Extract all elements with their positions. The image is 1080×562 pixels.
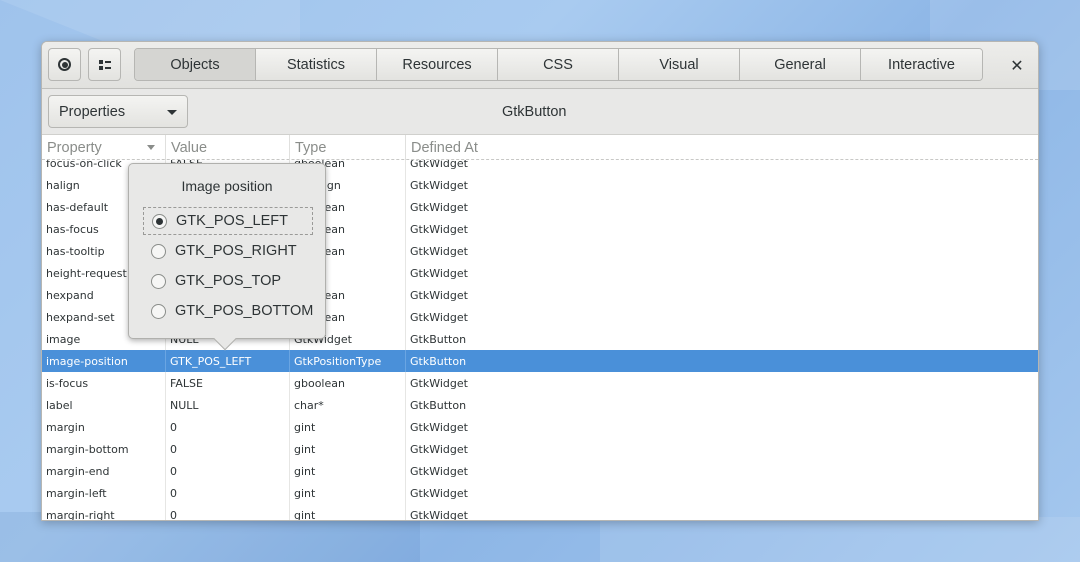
cell-value[interactable]: 0 xyxy=(166,416,290,438)
cell-defined-at: GtkButton xyxy=(410,354,467,368)
table-row[interactable]: label NULL char* GtkButton xyxy=(42,394,1038,416)
cell-value[interactable]: 0 xyxy=(166,482,290,504)
cell-property: margin-end xyxy=(42,460,166,482)
cell-defined-at: GtkWidget xyxy=(410,442,468,456)
cell-value[interactable]: NULL xyxy=(166,394,290,416)
column-header-type[interactable]: Type xyxy=(290,135,406,160)
radio-label: GTK_POS_TOP xyxy=(175,273,282,289)
cell-property: image-position xyxy=(42,350,166,372)
popover-title: Image position xyxy=(181,178,273,194)
cell-property: margin-right xyxy=(42,504,166,520)
radio-unchecked-icon xyxy=(151,273,166,289)
table-row[interactable]: image-position GTK_POS_LEFT GtkPositionTyp… xyxy=(42,350,1038,372)
radio-checked-icon xyxy=(152,213,167,229)
list-select-icon xyxy=(98,59,111,70)
tab-resources[interactable]: Resources xyxy=(377,49,498,80)
cell-property: label xyxy=(42,394,166,416)
radio-gtk-pos-bottom[interactable]: GTK_POS_BOTTOM xyxy=(143,297,313,325)
cell-defined-at: GtkWidget xyxy=(410,288,468,302)
column-header-property[interactable]: Property xyxy=(42,135,166,160)
object-title: GtkButton xyxy=(502,104,567,120)
tab-visual[interactable]: Visual xyxy=(619,49,740,80)
cell-defined-at: GtkWidget xyxy=(410,508,468,521)
cell-defined-at: GtkWidget xyxy=(410,376,468,390)
combo-label: Properties xyxy=(59,103,126,120)
image-position-popover: Image position GTK_POS_LEFT GTK_POS_RIGHT… xyxy=(128,163,326,351)
cell-type: gint xyxy=(290,504,406,520)
table-row[interactable]: margin-bottom 0 gint GtkWidget xyxy=(42,438,1038,460)
record-icon xyxy=(58,58,71,71)
cell-defined-at: GtkWidget xyxy=(410,200,468,214)
properties-combo[interactable]: Properties xyxy=(48,95,188,128)
cell-defined-at: GtkWidget xyxy=(410,464,468,478)
tab-css[interactable]: CSS xyxy=(498,49,619,80)
cell-type: gint xyxy=(290,416,406,438)
cell-value[interactable]: GTK_POS_LEFT xyxy=(166,350,290,372)
header-bar: Objects Statistics Resources CSS Visual Gener… xyxy=(42,42,1038,89)
cell-value[interactable]: 0 xyxy=(166,438,290,460)
cell-value[interactable]: 0 xyxy=(166,504,290,520)
cell-defined-at: GtkWidget xyxy=(410,266,468,280)
table-row[interactable]: is-focus FALSE gboolean GtkWidget xyxy=(42,372,1038,394)
cell-defined-at: GtkWidget xyxy=(410,310,468,324)
tab-bar: Objects Statistics Resources CSS Visual Gener… xyxy=(134,48,983,81)
table-header: Property Value Type Defined At xyxy=(42,135,1038,160)
cell-type: gint xyxy=(290,438,406,460)
radio-unchecked-icon xyxy=(151,303,166,319)
cell-defined-at: GtkWidget xyxy=(410,486,468,500)
cell-value[interactable]: FALSE xyxy=(166,372,290,394)
table-row[interactable]: margin-end 0 gint GtkWidget xyxy=(42,460,1038,482)
tab-general[interactable]: General xyxy=(740,49,861,80)
radio-gtk-pos-right[interactable]: GTK_POS_RIGHT xyxy=(143,237,313,265)
cell-defined-at: GtkWidget xyxy=(410,244,468,258)
close-icon: ✕ xyxy=(1010,55,1024,75)
cell-type: gboolean xyxy=(290,372,406,394)
table-row[interactable]: margin-right 0 gint GtkWidget xyxy=(42,504,1038,521)
cell-value[interactable]: 0 xyxy=(166,460,290,482)
object-toolbar: Properties GtkButton xyxy=(42,89,1038,135)
cell-property: margin-left xyxy=(42,482,166,504)
close-button[interactable]: ✕ xyxy=(1006,54,1028,76)
cell-defined-at: GtkButton xyxy=(410,332,467,346)
cell-type: GtkPositionType xyxy=(290,350,406,372)
cell-defined-at: GtkWidget xyxy=(410,420,468,434)
cell-defined-at: GtkButton xyxy=(410,398,467,412)
select-object-button[interactable] xyxy=(88,48,121,81)
sort-down-icon xyxy=(147,145,155,150)
record-button[interactable] xyxy=(48,48,81,81)
radio-gtk-pos-top[interactable]: GTK_POS_TOP xyxy=(143,267,313,295)
table-row[interactable]: margin-left 0 gint GtkWidget xyxy=(42,482,1038,504)
cell-property: is-focus xyxy=(42,372,166,394)
tab-objects[interactable]: Objects xyxy=(135,49,256,80)
cell-property: margin xyxy=(42,416,166,438)
tab-interactive[interactable]: Interactive xyxy=(861,49,982,80)
tab-statistics[interactable]: Statistics xyxy=(256,49,377,80)
column-header-value[interactable]: Value xyxy=(166,135,290,160)
radio-unchecked-icon xyxy=(151,243,166,259)
cell-type: gint xyxy=(290,482,406,504)
radio-gtk-pos-left[interactable]: GTK_POS_LEFT xyxy=(143,207,313,235)
cell-defined-at: GtkWidget xyxy=(410,178,468,192)
radio-label: GTK_POS_LEFT xyxy=(176,213,289,229)
radio-label: GTK_POS_RIGHT xyxy=(175,243,297,259)
cell-defined-at: GtkWidget xyxy=(410,222,468,236)
radio-label: GTK_POS_BOTTOM xyxy=(175,303,314,319)
cell-type: char* xyxy=(290,394,406,416)
cell-type: gint xyxy=(290,460,406,482)
column-header-defined-at[interactable]: Defined At xyxy=(406,135,1038,160)
chevron-down-icon xyxy=(167,110,177,115)
cell-property: margin-bottom xyxy=(42,438,166,460)
background-shape xyxy=(600,517,1080,562)
table-row[interactable]: margin 0 gint GtkWidget xyxy=(42,416,1038,438)
